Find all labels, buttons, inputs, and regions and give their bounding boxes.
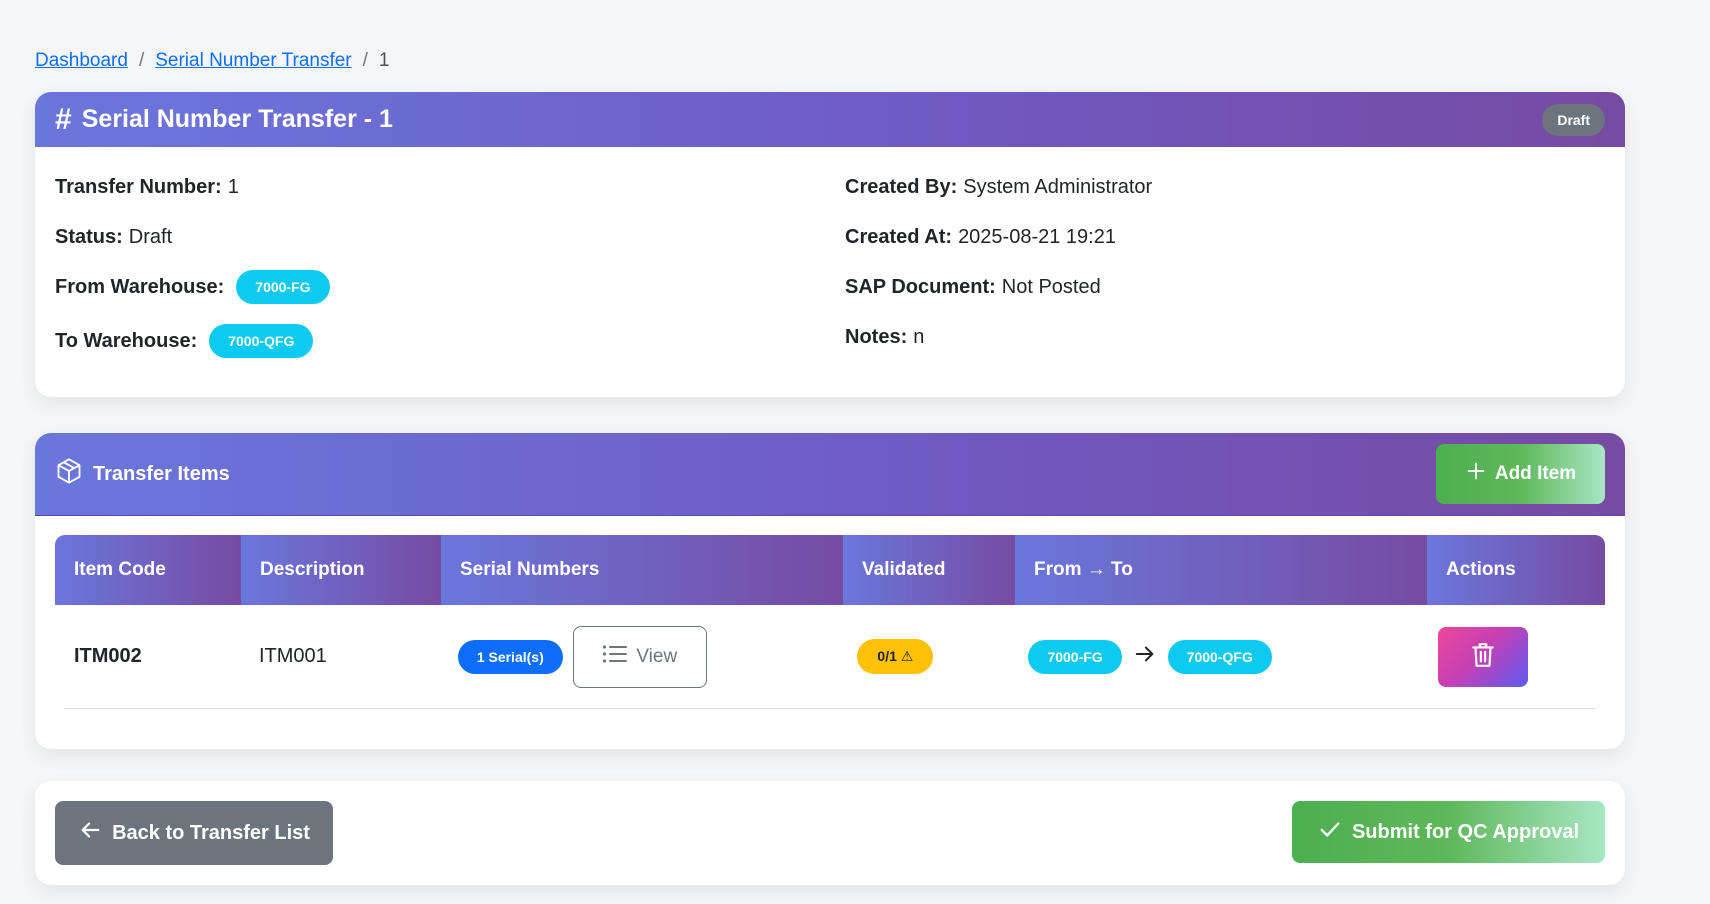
arrow-right-icon xyxy=(1132,643,1158,671)
status-value: Draft xyxy=(128,225,173,248)
serial-count-badge: 1 Serial(s) xyxy=(457,639,563,674)
created-by-value: System Administrator xyxy=(963,175,1153,198)
notes-row: Notes: n xyxy=(845,312,1152,362)
breadcrumb-dashboard-link[interactable]: Dashboard xyxy=(35,50,128,72)
add-item-button[interactable]: Add Item xyxy=(1436,444,1605,504)
delete-item-button[interactable] xyxy=(1437,626,1528,687)
transfer-number-label: Transfer Number: xyxy=(55,175,222,198)
back-to-list-button[interactable]: Back to Transfer List xyxy=(55,801,333,865)
table-row: ITM002 ITM001 1 Serial(s) View 0/1 ⚠ 700… xyxy=(64,605,1596,709)
created-by-label: Created By: xyxy=(845,175,958,198)
breadcrumb-serial-transfer-link[interactable]: Serial Number Transfer xyxy=(155,50,351,72)
cell-from-to: 7000-FG 7000-QFG xyxy=(1009,639,1419,674)
col-description: Description xyxy=(241,535,441,605)
status-row: Status: Draft xyxy=(55,212,330,262)
transfer-number-value: 1 xyxy=(227,175,239,198)
transfer-number-row: Transfer Number: 1 xyxy=(55,162,330,212)
created-at-label: Created At: xyxy=(845,225,953,248)
view-serials-button[interactable]: View xyxy=(572,625,707,688)
col-from-to: From → To xyxy=(1015,535,1427,605)
back-button-label: Back to Transfer List xyxy=(112,821,310,844)
items-table: Item Code Description Serial Numbers Val… xyxy=(55,535,1605,709)
col-item-code: Item Code xyxy=(55,535,241,605)
to-warehouse-row: To Warehouse: 7000-QFG xyxy=(55,312,330,370)
cell-serial-numbers: 1 Serial(s) View xyxy=(439,625,839,688)
box-icon xyxy=(55,457,83,491)
status-label: Status: xyxy=(55,225,123,248)
created-by-row: Created By: System Administrator xyxy=(845,162,1152,212)
submit-qc-button[interactable]: Submit for QC Approval xyxy=(1292,801,1605,863)
validated-badge: 0/1 ⚠ xyxy=(857,639,934,674)
transfer-items-card: Transfer Items Add Item Item Code Descri… xyxy=(35,433,1625,749)
action-bar-card: Back to Transfer List Submit for QC Appr… xyxy=(35,781,1625,885)
sap-document-value: Not Posted xyxy=(1001,275,1101,298)
transfer-title-text: Serial Number Transfer - 1 xyxy=(81,105,393,133)
sap-document-row: SAP Document: Not Posted xyxy=(845,262,1152,312)
cell-validated: 0/1 ⚠ xyxy=(838,639,1009,674)
plus-icon xyxy=(1465,460,1487,488)
items-title-text: Transfer Items xyxy=(93,462,230,485)
breadcrumb-separator: / xyxy=(362,50,368,71)
from-warehouse-badge: 7000-FG xyxy=(236,270,330,304)
created-at-row: Created At: 2025-08-21 19:21 xyxy=(845,212,1152,262)
table-header: Item Code Description Serial Numbers Val… xyxy=(55,535,1605,605)
list-icon xyxy=(602,643,628,671)
to-warehouse-pill: 7000-QFG xyxy=(1167,639,1272,674)
items-card-header: Transfer Items Add Item xyxy=(35,433,1625,516)
breadcrumb-current: 1 xyxy=(378,50,390,71)
sap-document-label: SAP Document: xyxy=(845,275,996,298)
from-warehouse-row: From Warehouse: 7000-FG xyxy=(55,262,330,312)
from-warehouse-label: From Warehouse: xyxy=(55,275,225,298)
col-validated: Validated xyxy=(843,535,1015,605)
created-at-value: 2025-08-21 19:21 xyxy=(958,225,1116,248)
trash-icon xyxy=(1470,641,1496,672)
arrow-left-icon xyxy=(78,819,102,847)
to-warehouse-label: To Warehouse: xyxy=(55,329,198,352)
cell-description: ITM001 xyxy=(240,645,439,668)
description-value: ITM001 xyxy=(258,645,327,667)
info-left-column: Transfer Number: 1 Status: Draft From Wa… xyxy=(55,162,330,370)
transfer-card-header: # Serial Number Transfer - 1 Draft xyxy=(35,92,1625,147)
item-code-value: ITM002 xyxy=(74,645,142,667)
col-actions: Actions xyxy=(1427,535,1605,605)
submit-button-label: Submit for QC Approval xyxy=(1351,820,1580,843)
notes-label: Notes: xyxy=(845,325,908,348)
add-item-label: Add Item xyxy=(1494,463,1577,484)
view-label: View xyxy=(636,645,678,667)
hash-icon: # xyxy=(55,102,72,136)
breadcrumb-separator: / xyxy=(138,50,145,71)
transfer-info-card: # Serial Number Transfer - 1 Draft Trans… xyxy=(35,92,1625,397)
transfer-card-title: # Serial Number Transfer - 1 xyxy=(55,102,393,136)
check-icon xyxy=(1318,818,1342,846)
items-card-title: Transfer Items xyxy=(55,457,230,491)
notes-value: n xyxy=(913,325,925,348)
status-badge: Draft xyxy=(1542,103,1605,136)
cell-actions xyxy=(1419,626,1596,687)
from-warehouse-pill: 7000-FG xyxy=(1028,639,1122,674)
info-right-column: Created By: System Administrator Created… xyxy=(845,162,1152,362)
col-serial-numbers: Serial Numbers xyxy=(441,535,843,605)
to-warehouse-badge: 7000-QFG xyxy=(209,324,314,358)
breadcrumb: Dashboard / Serial Number Transfer / 1 xyxy=(35,50,390,72)
cell-item-code: ITM002 xyxy=(64,645,240,668)
